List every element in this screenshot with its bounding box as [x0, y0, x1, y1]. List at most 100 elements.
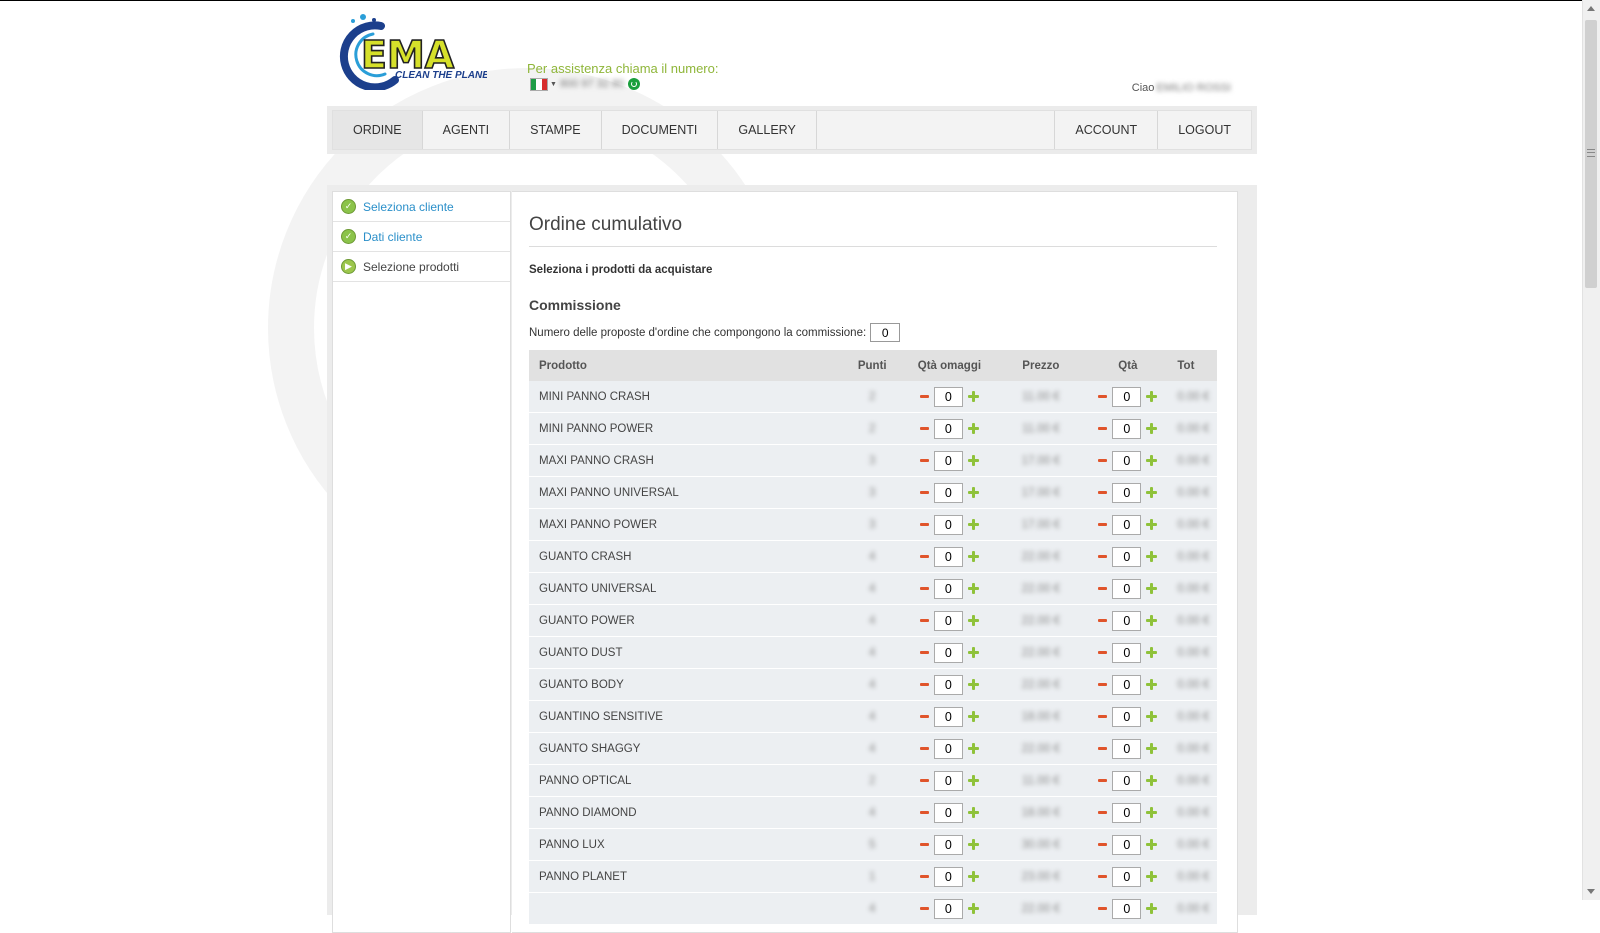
qty-input[interactable]: [1112, 386, 1142, 407]
free-qty-input[interactable]: [933, 642, 963, 663]
plus-icon[interactable]: [967, 615, 979, 626]
plus-icon[interactable]: [1146, 615, 1158, 626]
qty-input[interactable]: [1112, 674, 1142, 695]
free-qty-input[interactable]: [933, 514, 963, 535]
plus-icon[interactable]: [1146, 519, 1158, 530]
qty-input[interactable]: [1112, 450, 1142, 471]
free-qty-input[interactable]: [933, 386, 963, 407]
plus-icon[interactable]: [967, 423, 979, 434]
nav-stampe[interactable]: STAMPE: [510, 111, 602, 149]
qty-input[interactable]: [1112, 578, 1142, 599]
plus-icon[interactable]: [1146, 583, 1158, 594]
qty-input[interactable]: [1112, 418, 1142, 439]
minus-icon[interactable]: [919, 683, 929, 686]
minus-icon[interactable]: [1098, 907, 1108, 910]
nav-logout[interactable]: LOGOUT: [1158, 111, 1251, 149]
minus-icon[interactable]: [1098, 491, 1108, 494]
step-dati-cliente[interactable]: ✓ Dati cliente: [333, 222, 510, 252]
step-label[interactable]: Dati cliente: [363, 230, 422, 244]
plus-icon[interactable]: [1146, 871, 1158, 882]
minus-icon[interactable]: [919, 459, 929, 462]
minus-icon[interactable]: [919, 779, 929, 782]
phone-call-icon[interactable]: [628, 78, 641, 90]
plus-icon[interactable]: [967, 871, 979, 882]
free-qty-input[interactable]: [933, 802, 963, 823]
plus-icon[interactable]: [967, 455, 979, 466]
plus-icon[interactable]: [1146, 487, 1158, 498]
step-seleziona-cliente[interactable]: ✓ Seleziona cliente: [333, 192, 510, 222]
minus-icon[interactable]: [1098, 811, 1108, 814]
free-qty-input[interactable]: [933, 866, 963, 887]
plus-icon[interactable]: [1146, 839, 1158, 850]
plus-icon[interactable]: [967, 487, 979, 498]
free-qty-input[interactable]: [933, 738, 963, 759]
minus-icon[interactable]: [919, 907, 929, 910]
minus-icon[interactable]: [919, 555, 929, 558]
qty-input[interactable]: [1112, 802, 1142, 823]
minus-icon[interactable]: [1098, 395, 1108, 398]
plus-icon[interactable]: [967, 903, 979, 914]
qty-input[interactable]: [1112, 898, 1142, 919]
qty-input[interactable]: [1112, 610, 1142, 631]
minus-icon[interactable]: [919, 747, 929, 750]
italy-flag-icon[interactable]: [530, 77, 548, 91]
qty-input[interactable]: [1112, 514, 1142, 535]
free-qty-input[interactable]: [933, 898, 963, 919]
qty-input[interactable]: [1112, 834, 1142, 855]
plus-icon[interactable]: [1146, 455, 1158, 466]
qty-input[interactable]: [1112, 706, 1142, 727]
plus-icon[interactable]: [1146, 551, 1158, 562]
minus-icon[interactable]: [919, 395, 929, 398]
plus-icon[interactable]: [1146, 647, 1158, 658]
nav-agenti[interactable]: AGENTI: [423, 111, 511, 149]
qty-input[interactable]: [1112, 738, 1142, 759]
minus-icon[interactable]: [1098, 427, 1108, 430]
chevron-down-icon[interactable]: ▼: [550, 81, 557, 88]
minus-icon[interactable]: [919, 619, 929, 622]
vertical-scrollbar[interactable]: [1582, 0, 1600, 900]
nav-gallery[interactable]: GALLERY: [718, 111, 817, 149]
plus-icon[interactable]: [967, 583, 979, 594]
minus-icon[interactable]: [1098, 459, 1108, 462]
minus-icon[interactable]: [1098, 875, 1108, 878]
plus-icon[interactable]: [1146, 423, 1158, 434]
ema-logo[interactable]: EMA CLEAN THE PLANET: [337, 14, 487, 90]
minus-icon[interactable]: [919, 491, 929, 494]
nav-documenti[interactable]: DOCUMENTI: [602, 111, 719, 149]
minus-icon[interactable]: [1098, 715, 1108, 718]
plus-icon[interactable]: [967, 743, 979, 754]
plus-icon[interactable]: [967, 839, 979, 850]
free-qty-input[interactable]: [933, 706, 963, 727]
free-qty-input[interactable]: [933, 546, 963, 567]
plus-icon[interactable]: [967, 679, 979, 690]
plus-icon[interactable]: [1146, 679, 1158, 690]
plus-icon[interactable]: [1146, 743, 1158, 754]
free-qty-input[interactable]: [933, 770, 963, 791]
minus-icon[interactable]: [919, 587, 929, 590]
proposals-count-input[interactable]: [870, 323, 901, 342]
minus-icon[interactable]: [1098, 523, 1108, 526]
minus-icon[interactable]: [919, 715, 929, 718]
minus-icon[interactable]: [1098, 683, 1108, 686]
free-qty-input[interactable]: [933, 450, 963, 471]
plus-icon[interactable]: [967, 647, 979, 658]
plus-icon[interactable]: [967, 807, 979, 818]
step-label[interactable]: Seleziona cliente: [363, 200, 454, 214]
minus-icon[interactable]: [1098, 587, 1108, 590]
scroll-down-arrow-icon[interactable]: [1587, 889, 1595, 894]
minus-icon[interactable]: [1098, 747, 1108, 750]
minus-icon[interactable]: [919, 811, 929, 814]
minus-icon[interactable]: [919, 875, 929, 878]
free-qty-input[interactable]: [933, 482, 963, 503]
plus-icon[interactable]: [1146, 903, 1158, 914]
plus-icon[interactable]: [967, 391, 979, 402]
minus-icon[interactable]: [1098, 843, 1108, 846]
plus-icon[interactable]: [1146, 807, 1158, 818]
qty-input[interactable]: [1112, 482, 1142, 503]
minus-icon[interactable]: [1098, 779, 1108, 782]
qty-input[interactable]: [1112, 866, 1142, 887]
minus-icon[interactable]: [919, 843, 929, 846]
minus-icon[interactable]: [919, 651, 929, 654]
nav-ordine[interactable]: ORDINE: [333, 111, 423, 149]
free-qty-input[interactable]: [933, 674, 963, 695]
